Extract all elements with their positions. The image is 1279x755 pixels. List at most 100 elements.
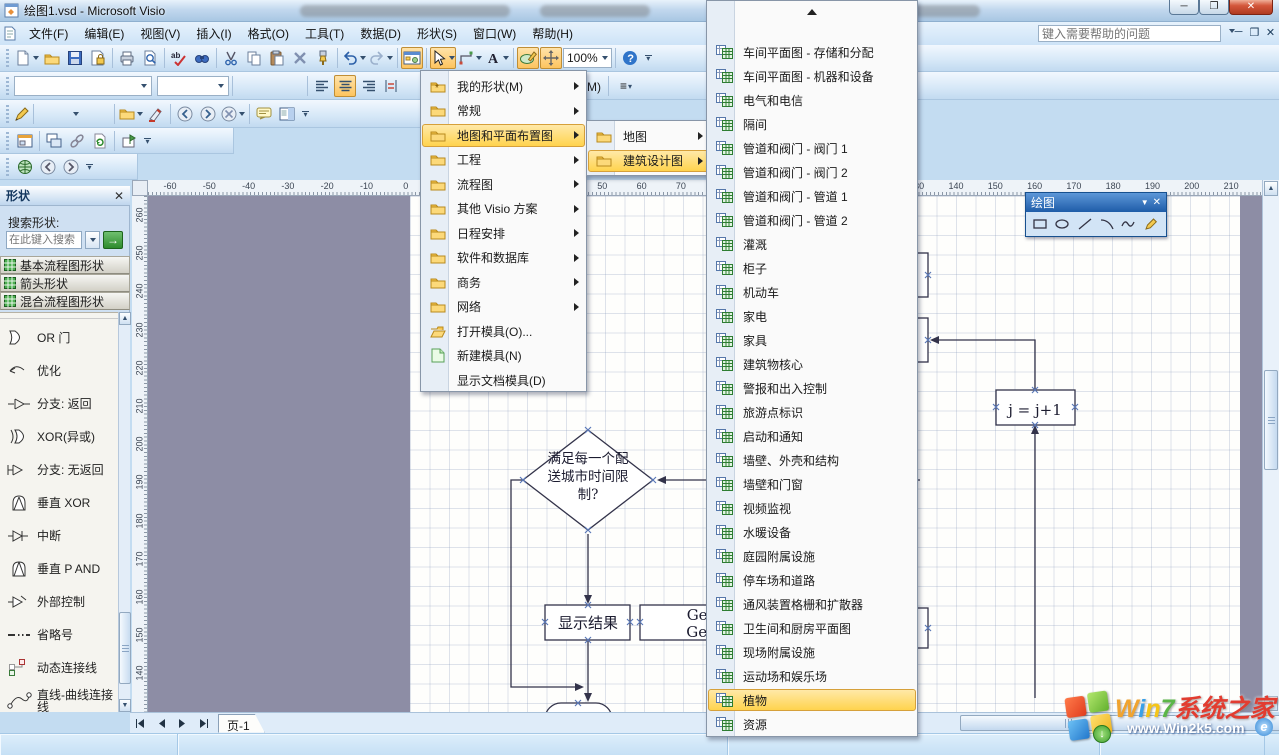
building-plan-item-14[interactable]: 警报和出入控制	[707, 376, 917, 400]
shapes-menu-item-11[interactable]: 新建模具(N)	[421, 344, 586, 369]
scrollbar-thumb[interactable]	[119, 612, 131, 684]
doc-minimize-button[interactable]: ─	[1232, 26, 1245, 39]
shapes-menu-item-8[interactable]: 商务	[421, 270, 586, 295]
font-size-select[interactable]	[157, 76, 229, 96]
web-link-button[interactable]	[14, 156, 36, 178]
shapes-menu-item-9[interactable]: 网络	[421, 295, 586, 320]
drawing-canvas[interactable]: 满足每一个配 送城市时间限 制? 显示结果 Gener Genera j = j…	[148, 196, 1262, 712]
copy-button[interactable]	[243, 47, 265, 69]
shape-window-button[interactable]	[14, 130, 36, 152]
next-page-button[interactable]	[172, 715, 193, 732]
toolbar-grip[interactable]	[6, 158, 9, 176]
stencil-tab-1[interactable]: 箭头形状	[0, 274, 130, 292]
toolbar-grip[interactable]	[6, 77, 9, 95]
layer-properties-button[interactable]	[118, 130, 140, 152]
menu-shape[interactable]: 形状(S)	[409, 22, 465, 45]
text-button[interactable]: A	[484, 47, 510, 69]
building-plan-item-1[interactable]: 车间平面图 - 机器和设备	[707, 64, 917, 88]
building-plan-item-3[interactable]: 隔间	[707, 112, 917, 136]
refresh-data-button[interactable]	[89, 130, 111, 152]
open-button[interactable]	[41, 47, 63, 69]
shapes-window-button[interactable]	[401, 47, 423, 69]
shape-list-scrollbar[interactable]: ▲ ▼	[118, 312, 130, 712]
last-page-button[interactable]	[193, 715, 214, 732]
building-plan-item-2[interactable]: 电气和电信	[707, 88, 917, 112]
prev-markup-button[interactable]	[174, 103, 196, 125]
shapes-menu-item-12[interactable]: 显示文档模具(D)	[421, 368, 586, 393]
toolbar-options-icon[interactable]: ▾	[144, 138, 151, 144]
stencil-tab-0[interactable]: 基本流程图形状	[0, 256, 130, 274]
align-right-button[interactable]	[357, 75, 379, 97]
building-plan-item-20[interactable]: 水暖设备	[707, 520, 917, 544]
toolbar-dropdown-icon[interactable]: ▼	[1141, 198, 1149, 207]
shapes-menu-item-4[interactable]: 流程图	[421, 172, 586, 197]
permission-button[interactable]	[87, 47, 109, 69]
doc-restore-button[interactable]: ❐	[1248, 26, 1261, 39]
shape-item[interactable]: 垂直 P AND	[0, 552, 118, 585]
format-painter-button[interactable]	[312, 47, 334, 69]
minimize-button[interactable]: ─	[1169, 0, 1199, 15]
panel-close-icon[interactable]: ✕	[114, 189, 124, 203]
building-plan-item-12[interactable]: 家具	[707, 328, 917, 352]
shape-item[interactable]: OR 门	[0, 321, 118, 354]
toolbar-options-icon[interactable]: ▾	[86, 164, 93, 170]
shapes-menu-item-0[interactable]: * 我的形状(M)	[421, 74, 586, 99]
terminator-shape[interactable]	[545, 703, 612, 712]
italic-button[interactable]	[259, 75, 281, 97]
zoom-select[interactable]: 100%	[563, 48, 612, 68]
scroll-down-icon[interactable]: ▼	[119, 699, 131, 712]
reviewing-pane-button[interactable]	[276, 103, 298, 125]
maps-menu-item-1[interactable]: 建筑设计图	[587, 149, 710, 174]
print-button[interactable]	[116, 47, 138, 69]
paste-button[interactable]	[266, 47, 288, 69]
building-plan-item-21[interactable]: 庭园附属设施	[707, 544, 917, 568]
shapes-menu-item-6[interactable]: 日程安排	[421, 221, 586, 246]
building-plan-item-4[interactable]: 管道和阀门 - 阀门 1	[707, 136, 917, 160]
drawing-toolbar-titlebar[interactable]: 绘图 ▼ ✕	[1026, 193, 1166, 212]
menu-data[interactable]: 数据(D)	[352, 22, 409, 45]
hscrollbar-thumb[interactable]	[960, 715, 1279, 731]
redo-button[interactable]	[368, 47, 394, 69]
line-tool-button[interactable]	[1075, 214, 1095, 234]
shapes-menu-item-3[interactable]: 工程	[421, 148, 586, 173]
close-button[interactable]: ✕	[1229, 0, 1273, 15]
page-tab[interactable]: 页-1	[218, 714, 265, 733]
toolbar-grip[interactable]	[6, 49, 9, 67]
shapes-menu-item-5[interactable]: 其他 Visio 方案	[421, 197, 586, 222]
delete-button[interactable]	[289, 47, 311, 69]
toolbar-grip[interactable]	[6, 132, 9, 150]
shape-item[interactable]: 垂直 XOR	[0, 486, 118, 519]
menu-edit[interactable]: 编辑(E)	[76, 22, 132, 45]
distribute-button[interactable]	[380, 75, 402, 97]
align-left-button[interactable]	[311, 75, 333, 97]
toolbar-options-icon[interactable]: ▾	[645, 55, 652, 61]
building-plan-item-9[interactable]: 柜子	[707, 256, 917, 280]
connector-button[interactable]	[457, 47, 483, 69]
shape-item[interactable]: 优化	[0, 354, 118, 387]
menu-help[interactable]: 帮助(H)	[524, 22, 581, 45]
building-plan-item-7[interactable]: 管道和阀门 - 管道 2	[707, 208, 917, 232]
shape-item[interactable]: 外部控制	[0, 585, 118, 618]
line-weight-button[interactable]: ≡▾	[615, 75, 637, 97]
shapes-menu-item-1[interactable]: 常规	[421, 99, 586, 124]
toolbar-grip[interactable]	[6, 105, 9, 123]
building-plan-item-5[interactable]: 管道和阀门 - 阀门 2	[707, 160, 917, 184]
menu-view[interactable]: 视图(V)	[132, 22, 188, 45]
scrollbar-thumb[interactable]	[1264, 370, 1278, 470]
building-plan-item-23[interactable]: 通风装置格栅和扩散器	[707, 592, 917, 616]
first-page-button[interactable]	[130, 715, 151, 732]
pan-zoom-button[interactable]	[540, 47, 562, 69]
menu-insert[interactable]: 插入(I)	[188, 22, 239, 45]
track-markup-button[interactable]	[145, 103, 167, 125]
maximize-button[interactable]: ❐	[1199, 0, 1229, 15]
shape-item[interactable]: 中断	[0, 519, 118, 552]
find-button[interactable]	[191, 47, 213, 69]
hyperlink-button[interactable]	[66, 130, 88, 152]
maps-menu-item-0[interactable]: 地图	[587, 124, 710, 149]
insert-comment-button[interactable]	[253, 103, 275, 125]
font-name-select[interactable]	[14, 76, 152, 96]
pencil-tool-button[interactable]	[1142, 214, 1162, 234]
rect-tool-button[interactable]	[1030, 214, 1050, 234]
building-plan-item-13[interactable]: 建筑物核心	[707, 352, 917, 376]
search-dropdown-icon[interactable]	[85, 231, 100, 249]
